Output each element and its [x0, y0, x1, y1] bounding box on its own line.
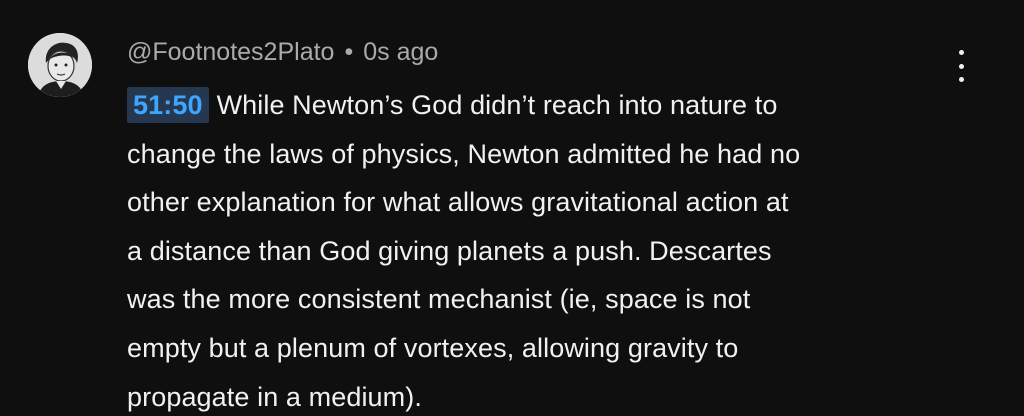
comment-line: change the laws of physics, Newton admit…: [127, 138, 801, 169]
meta-separator: •: [344, 38, 354, 66]
comment-line: was the more consistent mechanist (ie, s…: [127, 284, 751, 315]
comment-line: 51:50 While Newton’s God didn’t reach int…: [127, 81, 967, 130]
comment: @Footnotes2Plato • 0s ago 51:50 While Newto…: [0, 0, 1024, 416]
comment-menu-button[interactable]: [946, 46, 976, 86]
comment-line: empty but a plenum of vortexes, allowing…: [127, 332, 739, 363]
person-avatar-icon: [28, 33, 92, 97]
comment-body: 51:50 While Newton’s God didn’t reach int…: [127, 81, 967, 416]
timestamp-link[interactable]: 51:50: [127, 87, 209, 123]
comment-line: other explanation for what allows gravit…: [127, 187, 789, 218]
comment-line: propagate in a medium).: [127, 381, 422, 412]
vertical-ellipsis-icon: [958, 50, 964, 55]
author-handle[interactable]: @Footnotes2Plato: [127, 38, 334, 66]
comment-meta: @Footnotes2Plato • 0s ago: [127, 36, 438, 68]
comment-time[interactable]: 0s ago: [363, 38, 438, 66]
comment-line: a distance than God giving planets a pus…: [127, 235, 772, 266]
vertical-ellipsis-icon: [958, 63, 964, 69]
comment-line-text: While Newton’s God didn’t reach into nat…: [216, 90, 778, 120]
author-avatar[interactable]: [28, 33, 92, 97]
